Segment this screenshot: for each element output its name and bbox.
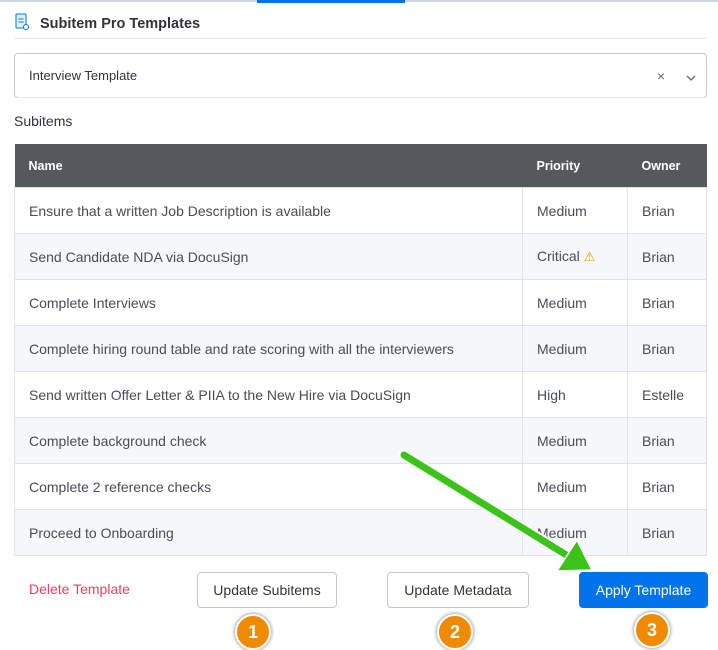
step-badge-1: 1 (235, 614, 271, 650)
step-badge-3: 3 (634, 612, 670, 648)
step-badge-2: 2 (437, 614, 473, 650)
green-arrow-annotation (398, 449, 594, 572)
